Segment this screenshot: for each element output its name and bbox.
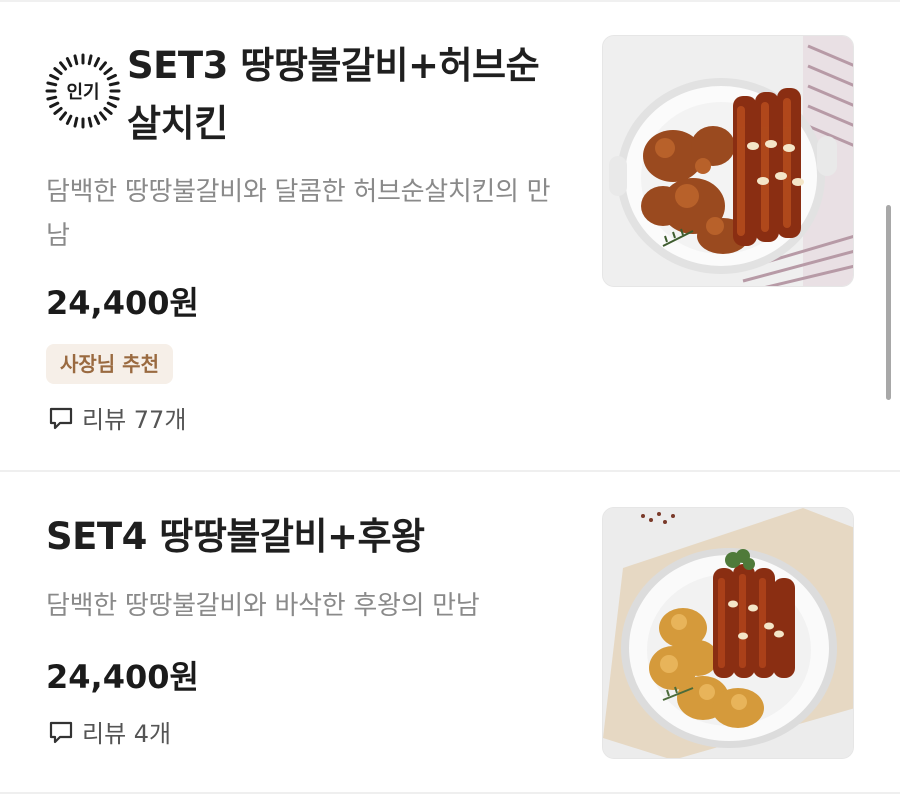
menu-title[interactable]: SET4 땅땅불갈비+후왕 (46, 508, 425, 566)
menu-description: 담백한 땅땅불갈비와 달콤한 허브순살치킨의 만남 (46, 177, 551, 251)
food-photo-icon (603, 508, 853, 758)
menu-price: 24,400원 (46, 658, 199, 696)
menu-item-set4[interactable]: SET4 땅땅불갈비+후왕 담백한 땅땅불갈비와 바삭한 후왕의 만남 24,4… (0, 472, 900, 792)
speech-bubble-icon (49, 721, 73, 743)
menu-photo[interactable] (602, 35, 854, 287)
menu-photo[interactable] (602, 507, 854, 759)
popular-badge: 인기 (45, 53, 121, 129)
review-count-label: 리뷰 4개 (82, 720, 172, 748)
speech-bubble-icon (49, 407, 73, 429)
owner-recommend-tag: 사장님 추천 (46, 344, 173, 384)
review-count-label: 리뷰 77개 (82, 406, 187, 434)
menu-price: 24,400원 (46, 284, 199, 322)
food-photo-icon (603, 36, 853, 286)
review-count[interactable]: 리뷰 4개 (48, 714, 171, 749)
menu-list-page: 인기 SET3 땅땅불갈비+허브순살치킨 담백한 땅땅불갈비와 달콤한 허브순살… (0, 0, 900, 794)
menu-title[interactable]: SET3 땅땅불갈비+허브순살치킨 (127, 37, 567, 153)
menu-item-set3[interactable]: 인기 SET3 땅땅불갈비+허브순살치킨 담백한 땅땅불갈비와 달콤한 허브순살… (0, 0, 900, 470)
review-count[interactable]: 리뷰 77개 (48, 400, 186, 435)
menu-description: 담백한 땅땅불갈비와 바삭한 후왕의 만남 (46, 591, 480, 621)
popular-badge-label: 인기 (66, 82, 100, 103)
scrollbar-thumb[interactable] (886, 205, 891, 400)
